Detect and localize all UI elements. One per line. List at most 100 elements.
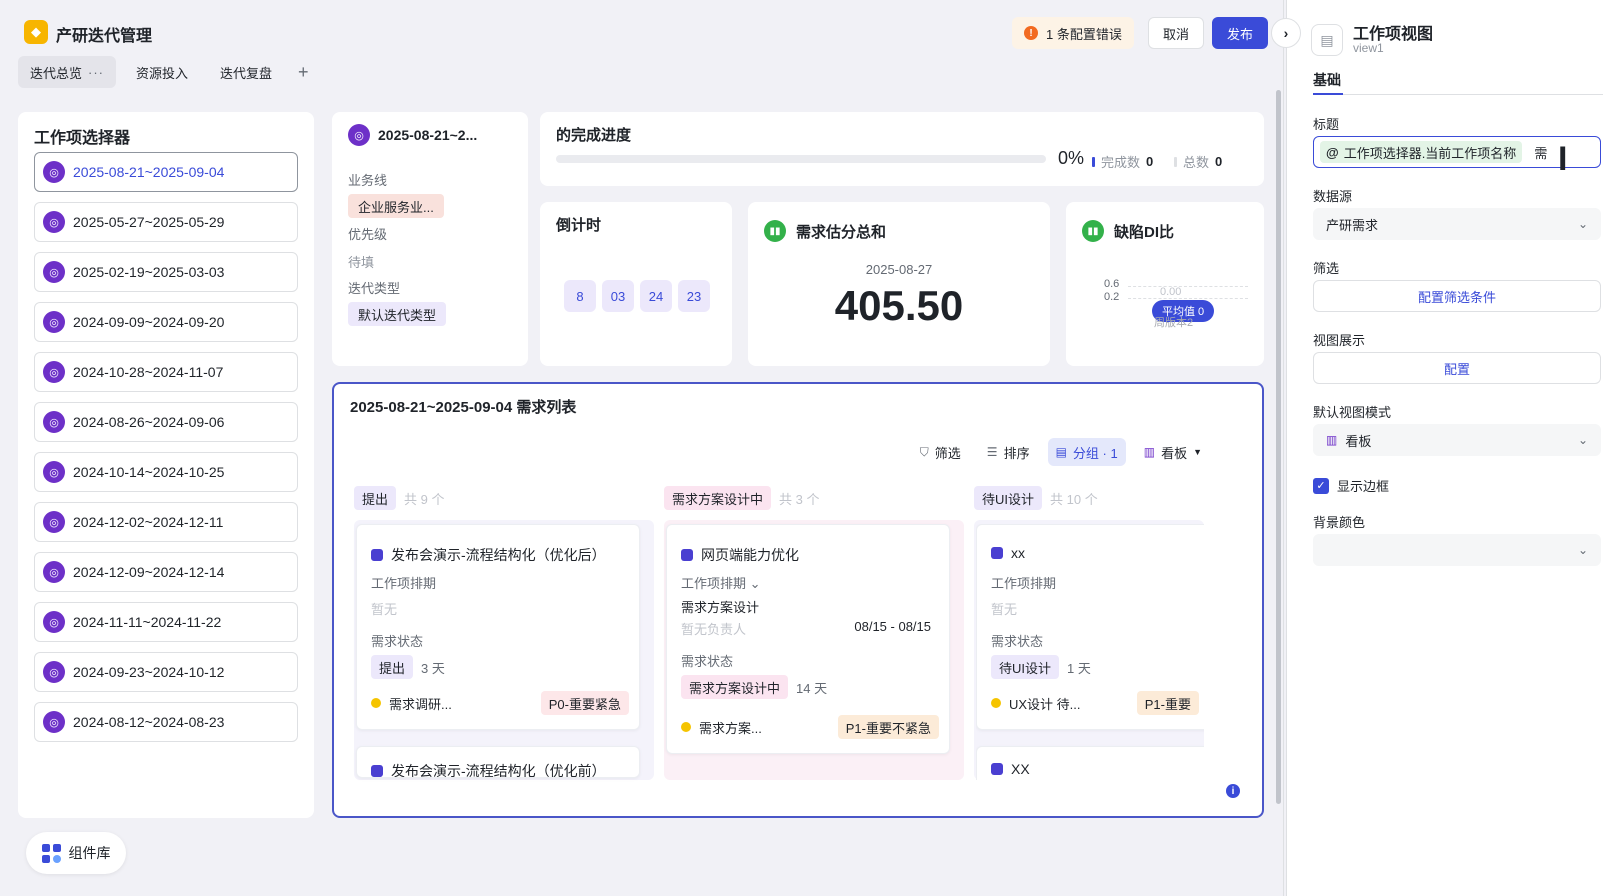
business-line-label: 业务线 [348,173,388,188]
more-icon[interactable]: ··· [88,65,104,80]
selector-item-label: 2024-12-09~2024-12-14 [73,564,225,580]
column-tag: 待UI设计 [974,486,1043,510]
selector-item-label: 2025-08-21~2025-09-04 [73,164,225,180]
status-tag: 待UI设计 [991,655,1060,679]
show-border-checkbox[interactable]: ✓ 显示边框 [1313,476,1389,495]
status-tag: 需求方案设计中 [681,675,789,699]
priority-value: 待填 [348,255,375,270]
variable-chip[interactable]: @ 工作项选择器.当前工作项名称 [1320,141,1523,163]
chevron-right-icon[interactable]: › [1271,18,1301,48]
work-item-selector: 工作项选择器 ◎ 2025-08-21~2025-09-04 ◎ 2025-05-27… [18,112,314,818]
group-button[interactable]: ▤ 分组 · 1 [1047,438,1126,466]
card-title-text: 发布会演示-流程结构化（优化前） [391,763,606,778]
datasource-select[interactable]: 产研需求 ⌄ [1313,208,1601,240]
kanban-column-header: 需求方案设计中 共 3 个 [664,486,819,510]
top-bar: ◆ 产研迭代管理 迭代总览 ··· 资源投入 迭代复盘 + ! 1 条配置错误 … [0,0,1284,88]
configure-display-button[interactable]: 配置 [1313,352,1601,384]
selector-item[interactable]: ◎ 2024-12-02~2024-12-11 [34,502,298,542]
card-title-text: 网页端能力优化 [701,547,799,563]
status-dot-icon [681,722,691,732]
schedule-label: 工作项排期 [371,576,437,591]
configure-filter-button[interactable]: 配置筛选条件 [1313,280,1601,312]
component-library-label: 组件库 [68,845,111,861]
tab-basic[interactable]: 基础 [1313,70,1341,90]
caret-down-icon: ▼ [1193,447,1202,457]
tab-resources[interactable]: 资源投入 [124,56,200,88]
status-dot-icon [991,698,1001,708]
selector-item[interactable]: ◎ 2025-05-27~2025-05-29 [34,202,298,242]
info-icon[interactable]: i [1226,784,1240,798]
iteration-icon: ◎ [43,511,65,533]
work-item-icon [681,549,693,561]
defect-axis-top: 0.6 [1104,278,1120,290]
iteration-type-label: 迭代类型 [348,281,401,296]
iteration-icon: ◎ [43,711,65,733]
tab-overview[interactable]: 迭代总览 ··· [18,56,117,88]
filter-button[interactable]: ⛉ 筛选 [912,438,969,466]
status-row: 待UI设计 1 天 [991,655,1091,679]
selector-item[interactable]: ◎ 2024-11-11~2024-11-22 [34,602,298,642]
scrollbar[interactable] [1276,90,1281,804]
chevron-down-icon[interactable]: ⌄ [750,576,761,591]
kanban-card[interactable]: XX [976,746,1204,780]
selector-item[interactable]: ◎ 2024-08-26~2024-09-06 [34,402,298,442]
view-icon: ▤ [1311,24,1343,56]
iteration-type-tag: 默认迭代类型 [348,302,447,326]
column-tag: 需求方案设计中 [664,486,772,510]
kanban-card[interactable]: 发布会演示-流程结构化（优化后） 工作项排期 暂无 需求状态 提出 3 天 需求… [356,524,640,730]
selector-item[interactable]: ◎ 2024-10-28~2024-11-07 [34,352,298,392]
sort-button[interactable]: ☰ 排序 [979,438,1038,466]
text-cursor-icon: I [1558,140,1568,178]
card-footer: UX设计 待... P1-重要 [991,691,1204,715]
status-label: 需求状态 [371,634,424,649]
priority-tag: P1-重要不紧急 [837,715,939,739]
column-count: 共 3 个 [779,491,820,507]
schedule-stage: 需求方案设计 [681,600,760,615]
component-library-button[interactable]: 组件库 [26,832,126,874]
config-error-button[interactable]: ! 1 条配置错误 [1012,17,1134,49]
done-value: 0 [1146,154,1154,169]
selector-item-label: 2024-10-28~2024-11-07 [73,364,224,380]
selector-item-label: 2024-12-02~2024-12-11 [73,514,224,530]
completion-progress-card: 的完成进度 0% 完成数 0 总数 0 [540,112,1264,186]
iteration-icon: ◎ [43,461,65,483]
publish-button[interactable]: 发布 [1212,17,1268,49]
iteration-icon: ◎ [43,161,65,183]
selector-item[interactable]: ◎ 2025-02-19~2025-03-03 [34,252,298,292]
iteration-icon: ◎ [348,124,370,146]
selector-item[interactable]: ◎ 2024-09-23~2024-10-12 [34,652,298,692]
view-mode-select[interactable]: ▥ 看板 ⌄ [1313,424,1601,456]
selector-item[interactable]: ◎ 2024-08-12~2024-08-23 [34,702,298,742]
kanban-card[interactable]: xx 工作项排期 暂无 需求状态 待UI设计 1 天 UX设计 待... P1-… [976,524,1204,730]
kanban-card[interactable]: 网页端能力优化 工作项排期 ⌄ 需求方案设计 暂无负责人 08/15 - 08/… [666,524,950,754]
at-icon: @ [1326,144,1339,160]
selector-item[interactable]: ◎ 2024-10-14~2024-10-25 [34,452,298,492]
tab-review[interactable]: 迭代复盘 [208,56,284,88]
bg-color-select[interactable]: ⌄ [1313,534,1601,566]
filter-icon: ⛉ [919,444,929,459]
selector-item[interactable]: ◎ 2025-08-21~2025-09-04 [34,152,298,192]
priority-tag: P0-重要紧急 [540,691,629,715]
cancel-button[interactable]: 取消 [1148,17,1204,49]
selector-item[interactable]: ◎ 2024-09-09~2024-09-20 [34,302,298,342]
check-icon[interactable]: ✓ [1313,477,1329,494]
card-footer: 需求方案... P1-重要不紧急 [681,715,939,739]
selector-item[interactable]: ◎ 2024-12-09~2024-12-14 [34,552,298,592]
status-days: 1 天 [1067,660,1091,676]
card-title-text: 发布会演示-流程结构化（优化后） [391,547,606,563]
schedule-label: 工作项排期 ⌄ [681,573,761,592]
status-label: 需求状态 [681,654,734,669]
defect-gridline [1128,286,1248,287]
show-border-label: 显示边框 [1337,479,1390,494]
sort-icon: ☰ [986,445,998,459]
view-mode-button[interactable]: ▥ 看板 ▼ [1136,438,1210,466]
status-row: 需求方案设计中 14 天 [681,675,827,699]
tab-label: 迭代总览 [30,65,83,81]
card-title: XX [991,761,1030,777]
requirements-list-view[interactable]: 2025-08-21~2025-09-04 需求列表 ⛉ 筛选 ☰ 排序 ▤ 分组 ·… [332,382,1264,818]
kanban-card[interactable]: 发布会演示-流程结构化（优化前） [356,746,640,778]
defect-header: ▮▮ 缺陷DI比 [1082,220,1174,242]
list-toolbar: ⛉ 筛选 ☰ 排序 ▤ 分组 · 1 ▥ 看板 ▼ [912,438,1210,466]
selector-item-label: 2024-10-14~2024-10-25 [73,464,225,480]
add-tab-icon[interactable]: + [292,56,315,88]
